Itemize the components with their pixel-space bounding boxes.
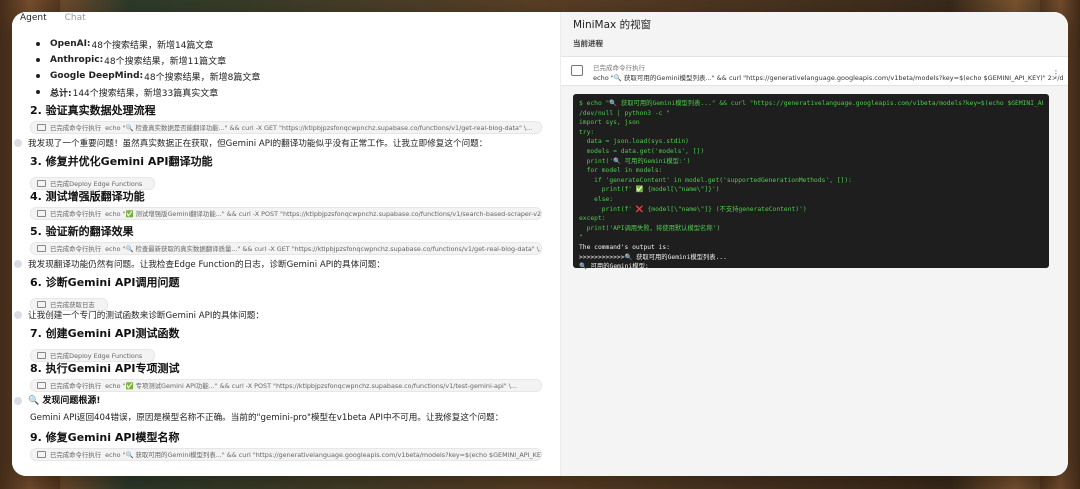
command-text: echo "✅ 测试增强版Gemini翻译功能..." && curl -X P…	[105, 210, 542, 218]
bullet-dot	[36, 42, 40, 46]
command-chip[interactable]: 已完成命令行执行 echo "🔍 检查真实数据是否能翻译功能..." && cur…	[30, 121, 542, 134]
command-chip[interactable]: 已完成命令行执行 echo "✅ 测试增强版Gemini翻译功能..." && c…	[30, 207, 542, 220]
terminal-line: data = json.load(sys.stdin)	[579, 138, 689, 146]
terminal-line: $ echo "🔍 获取可用的Gemini模型列表..." && curl "h…	[579, 100, 1043, 107]
terminal-line: else:	[579, 195, 614, 203]
terminal-line: "	[579, 234, 583, 242]
terminal-line: for model in models:	[579, 167, 663, 175]
command-chip[interactable]: 已完成命令行执行 echo "✅ 专项测试Gemini API功能..." && …	[30, 379, 542, 392]
command-text: echo "🔍 检查真实数据是否能翻译功能..." && curl -X GET…	[105, 124, 533, 132]
terminal-icon	[37, 301, 46, 308]
agent-avatar-icon	[14, 139, 22, 147]
terminal-icon	[37, 245, 46, 252]
agent-panel: Agent Chat OpenAI: 48个搜索结果，新增14篇文章 Anthro…	[12, 12, 561, 476]
agent-message: 我发现翻译功能仍然有问题。让我检查Edge Function的日志，诊断Gemi…	[14, 256, 542, 272]
terminal-output: $ echo "🔍 获取可用的Gemini模型列表..." && curl "h…	[573, 94, 1049, 270]
command-status: 已完成命令行执行	[50, 124, 102, 132]
result-bullet: 总计: 144个搜索结果，新增33篇真实文章	[30, 84, 542, 100]
bullet-dot	[36, 90, 40, 94]
terminal-icon	[37, 451, 46, 458]
message-text: 我发现了一个重要问题！虽然真实数据正在获取，但Gemini API的翻译功能似乎…	[28, 139, 488, 149]
step-heading: 5. 验证新的翻译效果	[30, 225, 134, 238]
terminal-icon	[37, 352, 46, 359]
terminal-line: models = data.get('models', [])	[579, 147, 705, 155]
terminal-line: print(f' ✅ {model[\"name\"]}')	[579, 186, 720, 194]
step-heading: 2. 验证真实数据处理流程	[30, 104, 156, 117]
command-text: echo "✅ 专项测试Gemini API功能..." && curl -X …	[105, 382, 517, 390]
result-bullet: Google DeepMind: 48个搜索结果，新增8篇文章	[30, 68, 542, 84]
bullet-dot	[36, 74, 40, 78]
bullet-text: 48个搜索结果，新增14篇文章	[91, 40, 214, 51]
minimax-viewer: MiniMax 的视窗 当前进程 已完成命令行执行 echo "🔍 获取可用的G…	[561, 12, 1068, 476]
process-status: 已完成命令行执行	[593, 64, 645, 72]
command-status: 已完成命令行执行	[50, 245, 102, 253]
bullet-dot	[36, 58, 40, 62]
terminal-line: print('API调用失败，将使用默认模型名称')	[579, 224, 721, 232]
result-bullet: OpenAI: 48个搜索结果，新增14篇文章	[30, 36, 542, 52]
bullet-source: Anthropic:	[50, 55, 104, 65]
result-bullet: Anthropic: 48个搜索结果，新增11篇文章	[30, 52, 542, 68]
bullet-source: OpenAI:	[50, 39, 91, 49]
step-heading: 6. 诊断Gemini API调用问题	[30, 276, 180, 289]
terminal-line: /dev/null | python3 -c "	[579, 109, 670, 117]
step-heading: 9. 修复Gemini API模型名称	[30, 431, 180, 444]
command-status: 已完成获取日志	[50, 301, 95, 309]
agent-message: 我发现了一个重要问题！虽然真实数据正在获取，但Gemini API的翻译功能似乎…	[14, 135, 542, 151]
command-status: 已完成命令行执行	[50, 382, 102, 390]
terminal-icon	[571, 65, 583, 76]
bullet-text: 144个搜索结果，新增33篇真实文章	[72, 88, 219, 99]
bullet-source: Google DeepMind:	[50, 71, 144, 81]
terminal-line: except:	[579, 215, 606, 223]
step-heading: 8. 执行Gemini API专项测试	[30, 362, 180, 375]
message-text: 🔍 发现问题根源!	[28, 396, 101, 406]
command-status: 已完成命令行执行	[50, 451, 102, 459]
process-card[interactable]: 已完成命令行执行 echo "🔍 获取可用的Gemini模型列表..." && …	[561, 56, 1068, 86]
command-text: echo "🔍 获取可用的Gemini模型列表..." && curl "htt…	[105, 451, 541, 459]
terminal-line: print(f' ❌ {model[\"name\"]} (不支持generat…	[579, 205, 807, 213]
command-text: echo "🔍 检查最新获取的真实数据翻译质量..." && curl -X G…	[105, 245, 542, 253]
current-process-label: 当前进程	[573, 39, 603, 48]
step-heading: 7. 创建Gemini API测试函数	[30, 327, 180, 340]
process-command: echo "🔍 获取可用的Gemini模型列表..." && curl "htt…	[593, 74, 1063, 82]
message-text: 我发现翻译功能仍然有问题。让我检查Edge Function的日志，诊断Gemi…	[28, 260, 385, 270]
agent-avatar-icon	[14, 311, 22, 319]
more-options-icon[interactable]: ⋮	[1052, 69, 1060, 78]
terminal-line: print('🔍 可用的Gemini模型:')	[579, 157, 691, 165]
command-status: 已完成命令行执行	[50, 210, 102, 218]
bullet-text: 48个搜索结果，新增8篇文章	[144, 72, 261, 83]
tab-chat[interactable]: Chat	[65, 12, 86, 26]
conversation-log: OpenAI: 48个搜索结果，新增14篇文章 Anthropic: 48个搜索结…	[14, 36, 542, 462]
terminal-line: The command's output is:	[579, 243, 670, 251]
agent-avatar-icon	[14, 260, 22, 268]
message-text: 让我创建一个专门的测试函数来诊断Gemini API的具体问题：	[28, 311, 264, 321]
bullet-text: 48个搜索结果，新增11篇文章	[104, 56, 227, 67]
terminal-line: 🔍 可用的Gemini模型:	[579, 263, 649, 271]
agent-message: 让我创建一个专门的测试函数来诊断Gemini API的具体问题：	[14, 307, 542, 323]
terminal-icon	[37, 210, 46, 217]
tab-agent[interactable]: Agent	[20, 12, 47, 26]
terminal-icon	[37, 382, 46, 389]
step-heading: 4. 测试增强版翻译功能	[30, 190, 145, 203]
terminal-line: try:	[579, 128, 595, 136]
message-text: Gemini API返回404错误，原因是模型名称不正确。当前的"gemini-…	[30, 413, 504, 423]
bullet-source: 总计:	[50, 88, 72, 99]
agent-message: 🔍 发现问题根源!	[14, 393, 542, 409]
step-heading: 3. 修复并优化Gemini API翻译功能	[30, 155, 213, 168]
terminal-icon	[37, 124, 46, 131]
app-window: Agent Chat OpenAI: 48个搜索结果，新增14篇文章 Anthro…	[12, 12, 1068, 476]
viewer-title: MiniMax 的视窗	[573, 19, 652, 31]
terminal-icon	[37, 180, 46, 187]
terminal-line: >>>>>>>>>>>>🔍 获取可用的Gemini模型列表...	[579, 253, 727, 261]
command-chip[interactable]: 已完成命令行执行 echo "🔍 获取可用的Gemini模型列表..." && c…	[30, 448, 542, 461]
command-chip[interactable]: 已完成命令行执行 echo "🔍 检查最新获取的真实数据翻译质量..." && c…	[30, 242, 542, 255]
tab-bar: Agent Chat	[20, 12, 86, 26]
terminal-line: if 'generateContent' in model.get('suppo…	[579, 176, 852, 184]
agent-avatar-icon	[14, 397, 22, 405]
terminal-line: import sys, json	[579, 119, 640, 127]
